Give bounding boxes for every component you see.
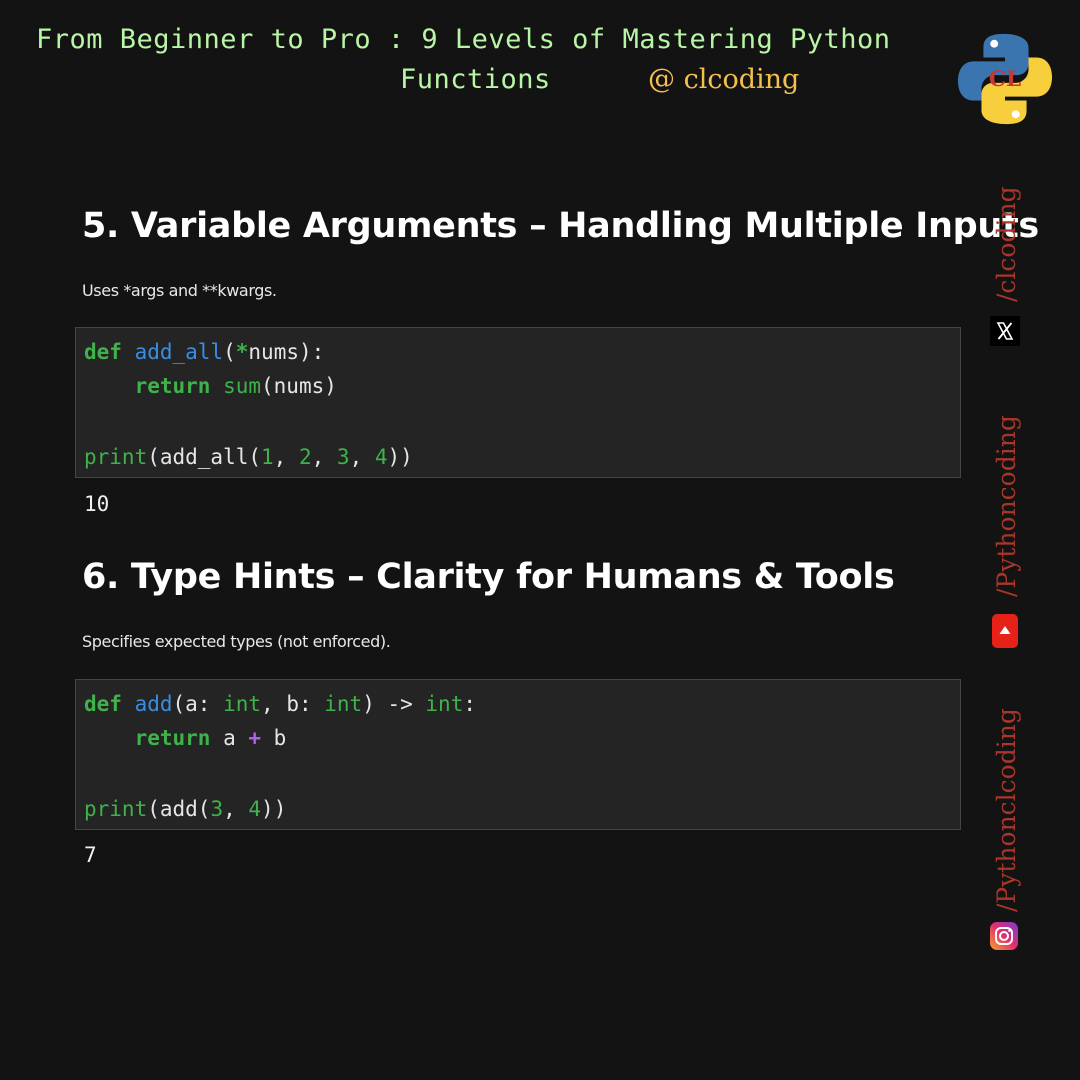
section-6-title: 6. Type Hints – Clarity for Humans & Too… <box>82 557 895 597</box>
section-5-description: Uses *args and **kwargs. <box>82 281 277 300</box>
code-line: return sum(nums) <box>84 374 337 398</box>
code-line: def add(a: int, b: int) -> int: <box>84 692 476 716</box>
section-5-code-block: def add_all(*nums): return sum(nums) pri… <box>75 327 961 478</box>
code-line: return a + b <box>84 726 287 750</box>
sidebar-item-clcoding-label[interactable]: /clcoding <box>992 186 1021 302</box>
python-logo-icon: CL <box>957 33 1053 125</box>
youtube-icon[interactable] <box>992 614 1018 648</box>
section-6-output: 7 <box>84 843 97 867</box>
svg-text:CL: CL <box>989 67 1021 92</box>
x-twitter-icon[interactable] <box>990 316 1020 346</box>
section-6-description: Specifies expected types (not enforced). <box>82 632 391 651</box>
code-line: print(add_all(1, 2, 3, 4)) <box>84 445 413 469</box>
code-line: def add_all(*nums): <box>84 340 325 364</box>
section-6-code-block: def add(a: int, b: int) -> int: return a… <box>75 679 961 830</box>
section-5-output: 10 <box>84 492 110 516</box>
sidebar-item-pythoncoding-label[interactable]: /Pythoncoding <box>992 415 1021 597</box>
section-5-title: 5. Variable Arguments – Handling Multipl… <box>82 206 1039 246</box>
code-line: print(add(3, 4)) <box>84 797 287 821</box>
instagram-icon[interactable] <box>990 922 1018 950</box>
header-handle: @ clcoding <box>648 64 800 95</box>
sidebar-item-pythonclcoding-label[interactable]: /Pythonclcoding <box>992 708 1021 912</box>
header-title-line2: Functions <box>400 64 551 95</box>
header-title-line1: From Beginner to Pro : 9 Levels of Maste… <box>36 24 891 55</box>
